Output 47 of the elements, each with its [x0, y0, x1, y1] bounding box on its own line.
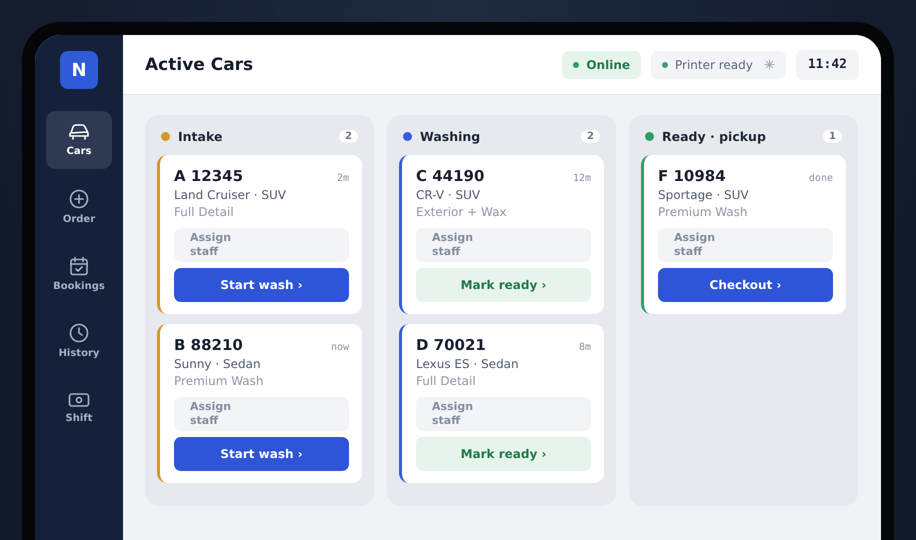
- action-button[interactable]: Mark ready ›: [416, 437, 591, 471]
- elapsed-time: 12m: [572, 173, 591, 184]
- service-name: Premium Wash: [174, 374, 265, 388]
- count-badge: 2: [581, 130, 600, 142]
- elapsed-time: done: [808, 173, 833, 184]
- column-title: Ready · pickup: [662, 128, 767, 144]
- banknote-icon: [68, 392, 90, 408]
- service-name: Premium Wash: [658, 205, 749, 219]
- car-icon: [68, 123, 90, 141]
- status-chip: Online: [562, 50, 641, 78]
- column-title: Intake: [178, 128, 224, 144]
- page-title: Active Cars: [145, 54, 254, 74]
- elapsed-time: 2m: [336, 173, 349, 184]
- service-name: Full Detail: [174, 205, 235, 219]
- action-button[interactable]: Mark ready ›: [416, 268, 591, 302]
- count-badge: 2: [339, 130, 358, 142]
- clock-display: 11:42: [796, 50, 859, 80]
- plate-number: B 88210: [174, 336, 243, 354]
- nav-item[interactable]: Order: [46, 178, 112, 236]
- elapsed-time: 8m: [578, 342, 591, 353]
- plate-number: F 10984: [658, 167, 726, 185]
- calendar-icon: [69, 256, 89, 276]
- sparkle-icon: [764, 59, 775, 70]
- car-model: Sportage · SUV: [658, 188, 750, 202]
- car-model: CR-V · SUV: [416, 188, 482, 202]
- car-model: Lexus ES · Sedan: [416, 357, 520, 371]
- action-button[interactable]: Start wash ›: [174, 268, 349, 302]
- plate-number: C 44190: [416, 167, 484, 185]
- nav-item[interactable]: History: [46, 312, 112, 370]
- app-logo: N: [60, 51, 98, 89]
- elapsed-time: now: [330, 342, 349, 353]
- column-title: Washing: [420, 128, 482, 144]
- plate-number: D 70021: [416, 336, 486, 354]
- clock-icon: [69, 323, 89, 343]
- action-button[interactable]: Start wash ›: [174, 437, 349, 471]
- car-model: Land Cruiser · SUV: [174, 188, 287, 202]
- plus-circle-icon: [69, 189, 89, 209]
- service-name: Exterior + Wax: [416, 205, 508, 219]
- nav-item[interactable]: Shift: [46, 379, 112, 437]
- action-button[interactable]: Checkout ›: [658, 268, 833, 302]
- nav-item[interactable]: Cars: [46, 111, 112, 169]
- plate-number: A 12345: [174, 167, 244, 185]
- car-model: Sunny · Sedan: [174, 357, 262, 371]
- service-name: Full Detail: [416, 374, 477, 388]
- count-badge: 1: [823, 130, 842, 142]
- nav-item[interactable]: Bookings: [46, 245, 112, 303]
- printer-chip: Printer ready: [651, 50, 786, 78]
